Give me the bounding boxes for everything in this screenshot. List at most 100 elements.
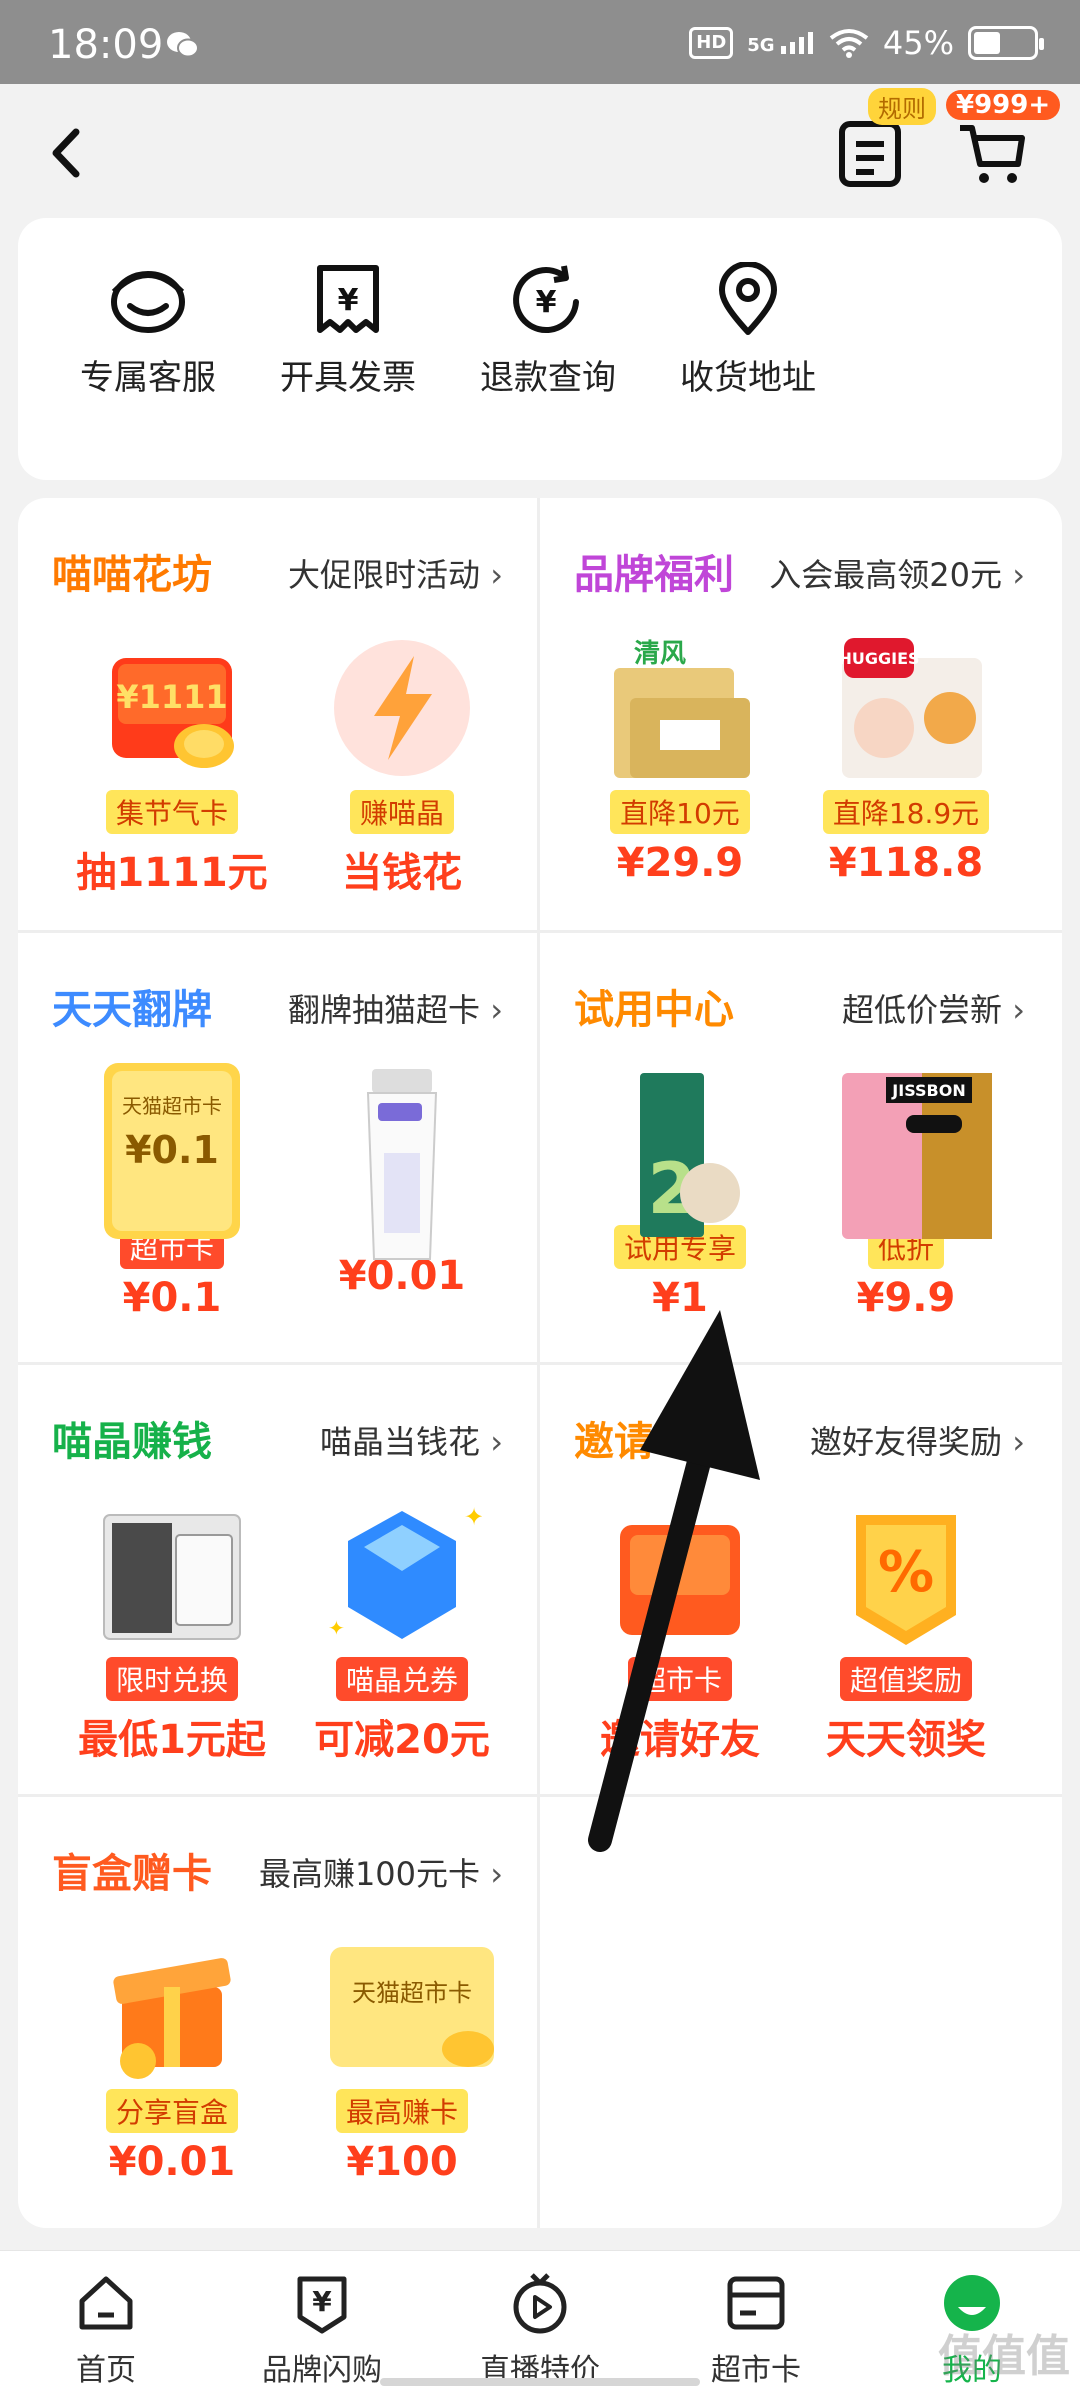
section-item[interactable]: JISSBON 低折 ¥9.9	[806, 1063, 1006, 1321]
section-item[interactable]: 天猫超市卡 最高赚卡 ¥100	[302, 1927, 502, 2185]
section-daily-flip[interactable]: 天天翻牌 翻牌抽猫超卡 天猫超市卡 ¥0.1 超市卡 ¥0.1	[18, 933, 537, 1365]
section-item[interactable]: 清风 直降10元 ¥29.9	[580, 628, 780, 886]
item-price: 当钱花	[342, 850, 462, 896]
item-price: 天天领奖	[826, 1717, 986, 1763]
section-title: 盲盒赠卡	[52, 1851, 212, 1897]
section-item[interactable]: 限时兑换 最低1元起	[72, 1495, 272, 1765]
red-envelope-1111-image: ¥1111	[92, 628, 252, 788]
location-pin-icon	[719, 262, 777, 335]
item-tag: 喵晶兑券	[335, 1657, 468, 1701]
invoice-icon: ¥	[317, 265, 379, 333]
section-item[interactable]: 超市卡 邀请好友	[580, 1495, 780, 1765]
tab-live[interactable]: 直播特价	[450, 2271, 630, 2389]
home-indicator[interactable]	[380, 2378, 700, 2386]
jissbon-product-image: JISSBON	[826, 1063, 992, 1239]
rules-tag[interactable]: 规则	[868, 88, 936, 125]
section-brand-benefit[interactable]: 品牌福利 入会最高领20元 清风 直降10元 ¥29.9 HUGGIES	[540, 498, 1059, 930]
item-price: ¥118.8	[828, 840, 984, 886]
section-item[interactable]: 赚喵晶 当钱花	[302, 628, 502, 898]
back-arrow-icon[interactable]	[42, 118, 92, 188]
section-blind-box[interactable]: 盲盒赠卡 最高赚100元卡 分享盲盒 ¥0.01 天猫超市卡	[18, 1797, 537, 2228]
section-title: 喵喵花坊	[52, 552, 212, 598]
section-subtitle[interactable]: 大促限时活动	[288, 550, 503, 596]
svg-text:¥1111: ¥1111	[116, 678, 227, 716]
item-tag: 直降10元	[610, 790, 750, 834]
milk-powder-product-image: 2	[600, 1063, 760, 1237]
section-item[interactable]: ¥0.01	[302, 1063, 502, 1299]
service-customer-service[interactable]: 专属客服	[58, 262, 238, 399]
section-miaomiao-flower[interactable]: 喵喵花坊 大促限时活动 ¥1111 集节气卡 抽1111元	[18, 498, 537, 930]
cart-badge[interactable]: ¥999+	[946, 90, 1061, 120]
item-price: ¥0.1	[122, 1275, 222, 1321]
service-label: 开具发票	[280, 358, 416, 398]
item-tag: 超值奖励	[839, 1657, 972, 1701]
coffee-product-image	[92, 1495, 252, 1655]
section-item[interactable]: HUGGIES 直降18.9元 ¥118.8	[806, 628, 1006, 886]
svg-text:¥: ¥	[536, 285, 557, 320]
section-subtitle[interactable]: 超低价尝新	[842, 985, 1025, 1031]
item-tag: 集节气卡	[105, 790, 238, 834]
svg-text:¥: ¥	[312, 2285, 332, 2318]
status-bar: 18:09 HD 5G 45%	[0, 0, 1080, 84]
section-trial-center[interactable]: 试用中心 超低价尝新 2 试用专享 ¥1 JISSBON	[540, 933, 1059, 1365]
section-title: 喵晶赚钱	[52, 1419, 212, 1465]
blue-gem-image: ✦ ✦	[322, 1495, 484, 1655]
section-item[interactable]: 天猫超市卡 ¥0.1 超市卡 ¥0.1	[72, 1063, 272, 1321]
service-address[interactable]: 收货地址	[658, 262, 838, 399]
refund-icon: ¥	[513, 265, 579, 334]
section-item[interactable]: 2 试用专享 ¥1	[580, 1063, 780, 1321]
section-item[interactable]: % 超值奖励 天天领奖	[806, 1495, 1006, 1765]
battery-percent: 45%	[882, 24, 954, 62]
section-subtitle[interactable]: 喵晶当钱花	[320, 1417, 503, 1463]
signal-icon: 5G	[747, 32, 815, 55]
wifi-icon	[829, 29, 869, 58]
svg-text:%: %	[878, 1540, 934, 1605]
hd-badge: HD	[689, 27, 734, 59]
wechat-icon	[167, 32, 199, 58]
section-title: 天天翻牌	[52, 987, 212, 1033]
section-subtitle[interactable]: 入会最高领20元	[769, 550, 1025, 596]
item-price: ¥29.9	[616, 840, 744, 886]
section-item[interactable]: ¥1111 集节气卡 抽1111元	[72, 628, 272, 898]
section-title: 试用中心	[574, 987, 734, 1033]
item-price: ¥100	[346, 2139, 458, 2185]
item-price: 邀请好友	[600, 1717, 760, 1763]
item-price: 可减20元	[314, 1717, 490, 1763]
tab-brand-flash[interactable]: ¥ 品牌闪购	[232, 2271, 412, 2389]
item-price: ¥1	[652, 1275, 708, 1321]
item-price: ¥0.01	[108, 2139, 236, 2185]
customer-service-icon	[111, 271, 185, 333]
supermarket-card-image: 天猫超市卡	[322, 1927, 494, 2087]
section-item[interactable]: 分享盲盒 ¥0.01	[72, 1927, 272, 2185]
top-nav: 规则 ¥999+	[0, 84, 1080, 214]
section-invite[interactable]: 邀请 邀好友得奖励 超市卡 邀请好友 % 超值奖励 天天领奖	[540, 1365, 1059, 1797]
cart-icon[interactable]	[956, 118, 1028, 188]
tissue-product-image: 清风	[600, 628, 760, 788]
svg-text:✦: ✦	[328, 1616, 345, 1640]
tab-label: 首页	[76, 2353, 136, 2388]
section-gem-earn[interactable]: 喵晶赚钱 喵晶当钱花 限时兑换 最低1元起 ✦ ✦	[18, 1365, 537, 1797]
item-tag: 分享盲盒	[105, 2089, 238, 2133]
tab-home[interactable]: 首页	[16, 2271, 196, 2389]
service-refund[interactable]: ¥ 退款查询	[458, 262, 638, 399]
section-subtitle[interactable]: 邀好友得奖励	[810, 1417, 1025, 1463]
item-price: 最低1元起	[78, 1717, 266, 1763]
item-price: ¥9.9	[856, 1275, 956, 1321]
rules-icon[interactable]	[836, 114, 904, 190]
svg-text:✦: ✦	[464, 1503, 482, 1531]
service-label: 专属客服	[80, 358, 216, 398]
svg-text:JISSBON: JISSBON	[891, 1081, 965, 1100]
tab-supermarket-card[interactable]: 超市卡	[666, 2271, 846, 2389]
item-tag: 限时兑换	[105, 1657, 238, 1701]
svg-text:天猫超市卡: 天猫超市卡	[122, 1094, 222, 1118]
battery-icon	[968, 26, 1044, 60]
service-invoice[interactable]: ¥ 开具发票	[258, 262, 438, 399]
service-label: 退款查询	[480, 358, 616, 398]
section-item[interactable]: ✦ ✦ 喵晶兑券 可减20元	[302, 1495, 502, 1765]
svg-text:¥0.1: ¥0.1	[125, 1128, 219, 1172]
section-subtitle[interactable]: 最高赚100元卡	[259, 1849, 503, 1895]
brand-flash-icon: ¥	[297, 2276, 347, 2334]
service-label: 收货地址	[680, 358, 816, 398]
section-subtitle[interactable]: 翻牌抽猫超卡	[288, 985, 503, 1031]
item-tag: 超市卡	[627, 1657, 732, 1701]
